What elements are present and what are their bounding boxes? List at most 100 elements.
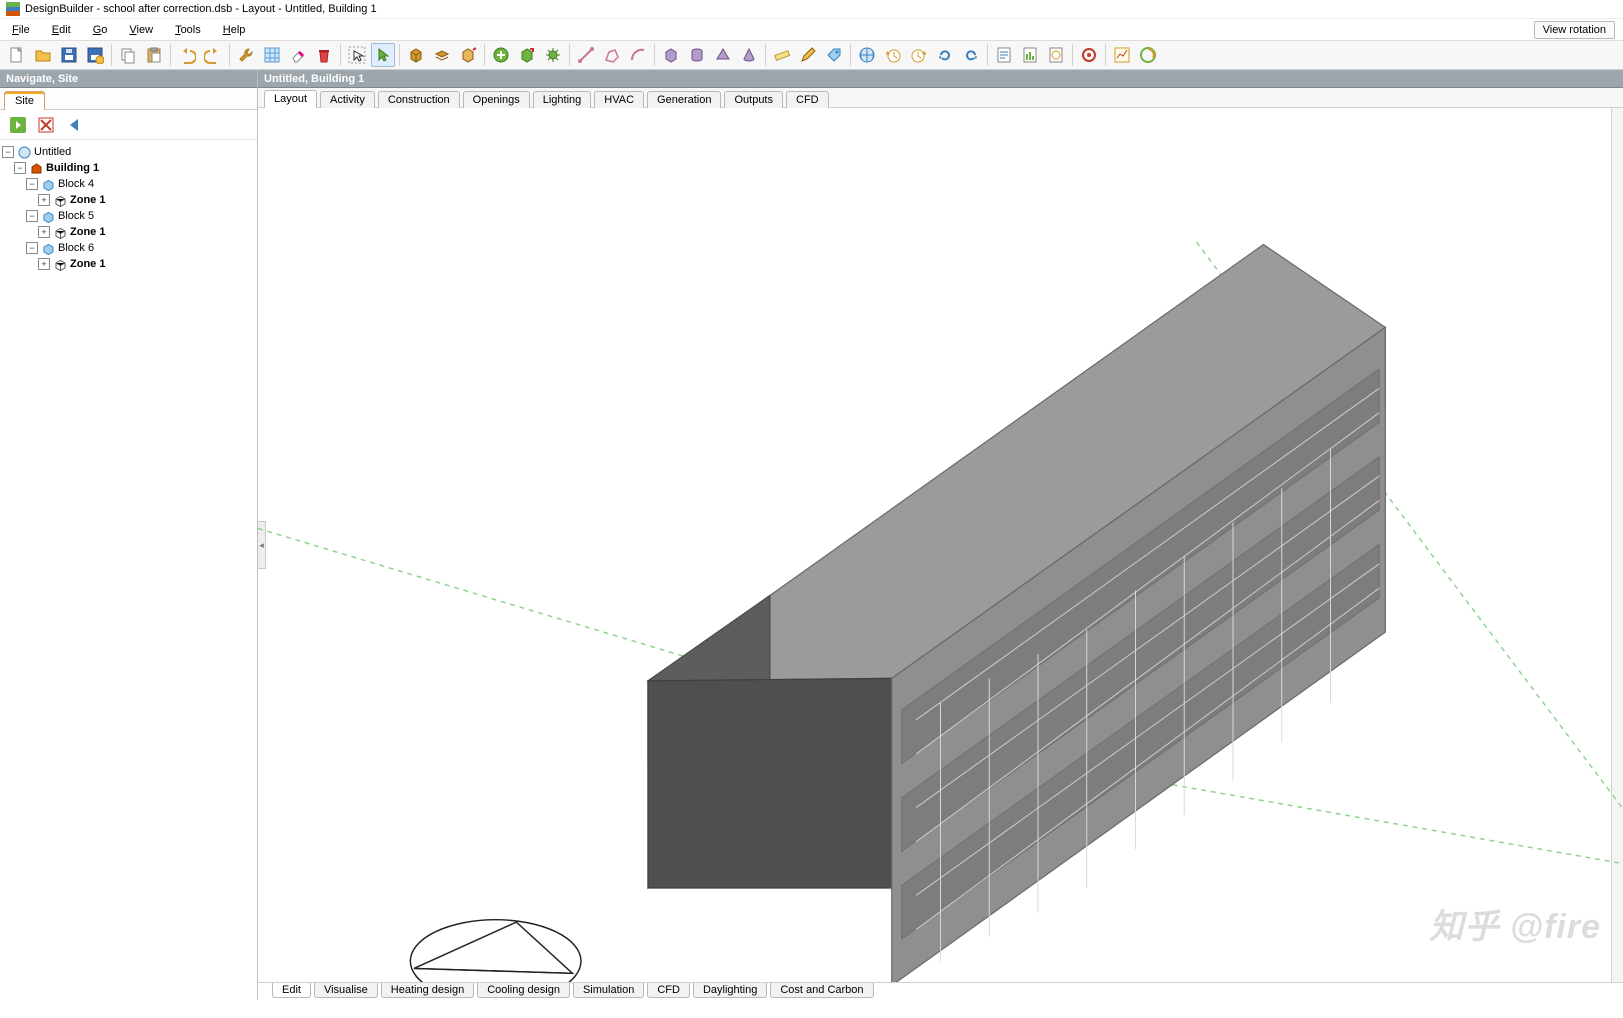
toolbar-shape-cube[interactable] <box>659 43 683 67</box>
toolbar-add-gear[interactable] <box>541 43 565 67</box>
main-area: Untitled, Building 1 LayoutActivityConst… <box>258 70 1623 1000</box>
toolbar-target[interactable] <box>1077 43 1101 67</box>
toolbar-pencil[interactable] <box>796 43 820 67</box>
bottom-tab-daylighting[interactable]: Daylighting <box>693 983 767 998</box>
tab-generation[interactable]: Generation <box>647 91 721 108</box>
tree-building[interactable]: −Building 1 <box>2 160 255 176</box>
tab-construction[interactable]: Construction <box>378 91 460 108</box>
toolbar-draw-line[interactable] <box>574 43 598 67</box>
toolbar-shape-cone[interactable] <box>737 43 761 67</box>
toolbar-shape-prism[interactable] <box>711 43 735 67</box>
toolbar-draw-arc[interactable] <box>626 43 650 67</box>
toolbar-shape-cyl[interactable] <box>685 43 709 67</box>
nav-forward-button[interactable] <box>6 113 30 137</box>
toolbar-redo[interactable] <box>201 43 225 67</box>
menu-help[interactable]: Help <box>219 22 250 38</box>
bottom-tab-cfd[interactable]: CFD <box>647 983 690 998</box>
tree-toggle[interactable]: − <box>14 162 26 174</box>
tab-lighting[interactable]: Lighting <box>533 91 592 108</box>
tree-label: Zone 1 <box>70 224 105 240</box>
tab-outputs[interactable]: Outputs <box>724 91 783 108</box>
toolbar-select-arrow[interactable] <box>371 43 395 67</box>
tree-label: Block 6 <box>58 240 94 256</box>
tree-toggle[interactable]: + <box>38 194 50 206</box>
menu-edit[interactable]: Edit <box>48 22 75 38</box>
tab-activity[interactable]: Activity <box>320 91 375 108</box>
toolbar-analysis-2[interactable] <box>1136 43 1160 67</box>
menu-go[interactable]: Go <box>89 22 112 38</box>
main-tabs: LayoutActivityConstructionOpeningsLighti… <box>258 88 1623 108</box>
tree-icon <box>53 257 67 271</box>
toolbar-cursor[interactable] <box>345 43 369 67</box>
tree-icon <box>53 193 67 207</box>
toolbar-grid[interactable] <box>260 43 284 67</box>
tree-zone-block-4-zone-1[interactable]: +Zone 1 <box>2 192 255 208</box>
main-header: Untitled, Building 1 <box>258 70 1623 88</box>
toolbar-globe[interactable] <box>855 43 879 67</box>
toolbar-report-2[interactable] <box>1018 43 1042 67</box>
menu-view[interactable]: View <box>125 22 157 38</box>
toolbar-box-3d[interactable] <box>404 43 428 67</box>
tree-toggle[interactable]: − <box>26 178 38 190</box>
tree-toggle[interactable]: + <box>38 258 50 270</box>
nav-delete-button[interactable] <box>34 113 58 137</box>
navigator-tree[interactable]: −Untitled−Building 1−Block 4+Zone 1−Bloc… <box>0 140 257 1000</box>
menu-tools[interactable]: Tools <box>171 22 205 38</box>
tree-site[interactable]: −Untitled <box>2 144 255 160</box>
toolbar-save[interactable] <box>57 43 81 67</box>
bottom-tab-visualise[interactable]: Visualise <box>314 983 378 998</box>
toolbar-box-out[interactable] <box>456 43 480 67</box>
tree-icon <box>29 161 43 175</box>
menubar: File Edit Go View Tools Help View rotati… <box>0 19 1623 41</box>
view-rotation-button[interactable]: View rotation <box>1534 21 1615 39</box>
toolbar-clock-back[interactable] <box>881 43 905 67</box>
tree-label: Zone 1 <box>70 256 105 272</box>
window-title: DesignBuilder - school after correction.… <box>25 3 377 15</box>
tab-cfd[interactable]: CFD <box>786 91 829 108</box>
toolbar-analysis-1[interactable] <box>1110 43 1134 67</box>
toolbar-paste[interactable] <box>142 43 166 67</box>
toolbar-add-plus[interactable] <box>489 43 513 67</box>
tree-icon <box>53 225 67 239</box>
navigator-tab-site[interactable]: Site <box>4 91 45 110</box>
toolbar-report-3[interactable] <box>1044 43 1068 67</box>
toolbar-wrench[interactable] <box>234 43 258 67</box>
toolbar-draw-poly[interactable] <box>600 43 624 67</box>
toolbar-report-1[interactable] <box>992 43 1016 67</box>
tab-layout[interactable]: Layout <box>264 90 317 108</box>
tree-toggle[interactable]: + <box>38 226 50 238</box>
tree-block-block-5[interactable]: − Block 5 <box>2 208 255 224</box>
menu-file[interactable]: File <box>8 22 34 38</box>
tab-hvac[interactable]: HVAC <box>594 91 644 108</box>
nav-back-button[interactable] <box>62 113 86 137</box>
layout-viewport[interactable]: ◂ <box>258 108 1623 982</box>
tree-label: Block 5 <box>58 208 94 224</box>
toolbar-box-stack[interactable] <box>430 43 454 67</box>
toolbar-save-as[interactable] <box>83 43 107 67</box>
toolbar-undo[interactable] <box>175 43 199 67</box>
bottom-tab-cooling-design[interactable]: Cooling design <box>477 983 570 998</box>
tab-openings[interactable]: Openings <box>463 91 530 108</box>
tree-toggle[interactable]: − <box>26 210 38 222</box>
bottom-tab-simulation[interactable]: Simulation <box>573 983 644 998</box>
toolbar-ruler[interactable] <box>770 43 794 67</box>
toolbar-tag[interactable] <box>822 43 846 67</box>
toolbar-open-file[interactable] <box>31 43 55 67</box>
bottom-tab-edit[interactable]: Edit <box>272 983 311 998</box>
bottom-tab-cost-and-carbon[interactable]: Cost and Carbon <box>770 983 873 998</box>
tree-zone-block-6-zone-1[interactable]: + Zone 1 <box>2 256 255 272</box>
toolbar-rotate-cw[interactable] <box>959 43 983 67</box>
tree-block-block-6[interactable]: − Block 6 <box>2 240 255 256</box>
tree-toggle[interactable]: − <box>26 242 38 254</box>
toolbar-trash[interactable] <box>312 43 336 67</box>
toolbar-add-cube[interactable] <box>515 43 539 67</box>
toolbar-erase[interactable] <box>286 43 310 67</box>
tree-block-block-4[interactable]: −Block 4 <box>2 176 255 192</box>
bottom-tab-heating-design[interactable]: Heating design <box>381 983 474 998</box>
tree-toggle[interactable]: − <box>2 146 14 158</box>
toolbar-rotate-ccw[interactable] <box>933 43 957 67</box>
toolbar-copy[interactable] <box>116 43 140 67</box>
tree-zone-block-5-zone-1[interactable]: + Zone 1 <box>2 224 255 240</box>
toolbar-clock-fwd[interactable] <box>907 43 931 67</box>
toolbar-new-file[interactable] <box>5 43 29 67</box>
